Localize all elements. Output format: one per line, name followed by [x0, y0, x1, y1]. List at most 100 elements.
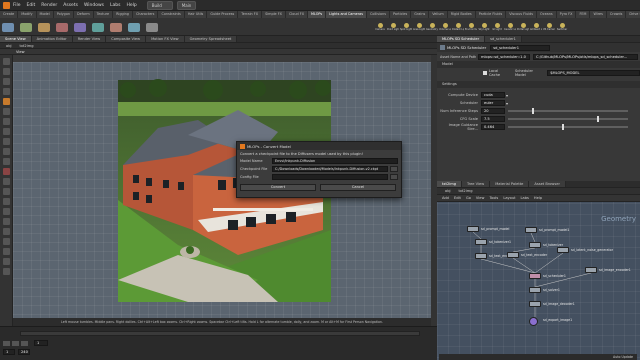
network-editor[interactable]: txt2img Tree View Material Palette Asset Br…	[437, 181, 640, 360]
shelf-tool-7-icon[interactable]	[128, 22, 140, 32]
network-node-sd_text_encoder1[interactable]	[475, 253, 487, 259]
play-back-icon[interactable]	[3, 340, 10, 346]
light-tab-7[interactable]: Viscous Fluids	[506, 11, 538, 18]
shelf-tab-4[interactable]: Deform	[74, 11, 94, 18]
start-frame-field[interactable]: 1	[3, 349, 15, 355]
shelf-tool-8-icon[interactable]	[146, 22, 158, 32]
shelf-tab-8[interactable]: Constraints	[158, 11, 185, 18]
menu-help[interactable]: Help	[127, 3, 137, 8]
menu-file[interactable]: File	[13, 3, 21, 8]
light-tool-6[interactable]: Distant Light	[452, 23, 464, 31]
light-tool-14[interactable]: Switcher	[556, 23, 568, 31]
light-tab-2[interactable]: Particles	[389, 11, 412, 18]
network-node-sd_text_encoder[interactable]	[507, 252, 519, 258]
tab-left-1[interactable]: Animation Editor	[31, 36, 73, 42]
shelf-tool-0-icon[interactable]	[2, 22, 14, 32]
convert-button[interactable]: Convert	[240, 183, 316, 191]
viewport-tool-16-icon[interactable]	[2, 218, 10, 225]
viewport-tool-5-icon[interactable]	[2, 108, 10, 115]
shelf-tool-5-icon[interactable]	[92, 22, 104, 32]
viewport-tool-13-icon[interactable]	[2, 188, 10, 195]
param-value-field[interactable]: euler	[481, 100, 505, 106]
light-tab-6[interactable]: Particle Fluids	[475, 11, 507, 18]
light-tool-8[interactable]: Sky Light	[478, 23, 490, 31]
tab-left-4[interactable]: Motion FX View	[146, 36, 185, 42]
network-node-sd_scheduler1[interactable]	[529, 273, 541, 279]
current-frame-field[interactable]: 1	[34, 340, 48, 346]
shelf-tool-2-icon[interactable]	[38, 22, 50, 32]
light-tab-13[interactable]: Drive Simulation	[626, 11, 640, 18]
shelf-tab-10[interactable]: Guide Process	[207, 11, 239, 18]
viewport-tool-1-icon[interactable]	[2, 68, 10, 75]
model-section[interactable]: Model	[437, 61, 640, 68]
asset-name-field[interactable]: mlops::sd_scheduler::1.0	[478, 53, 530, 60]
shelf-tool-1-icon[interactable]	[20, 22, 32, 32]
viewport-tool-11-icon[interactable]	[2, 168, 10, 175]
light-tool-13[interactable]: VR Camera	[543, 23, 555, 31]
viewport-tool-3-icon[interactable]	[2, 88, 10, 95]
tab-left-5[interactable]: Geometry Spreadsheet	[184, 36, 238, 42]
network-node-sd_latent_noise_generator[interactable]	[557, 247, 569, 253]
viewport-tool-14-icon[interactable]	[2, 198, 10, 205]
light-tab-9[interactable]: Pyro FX	[556, 11, 577, 18]
settings-section[interactable]: Settings	[437, 81, 640, 88]
dropdown-chevron-icon[interactable]: ▾	[506, 101, 508, 106]
light-tool-1[interactable]: Point Light	[387, 23, 399, 31]
viewport-tool-19-icon[interactable]	[2, 248, 10, 255]
checkpoint-browse-button[interactable]	[390, 166, 398, 172]
network-node-sd_tokenizer[interactable]	[529, 242, 541, 248]
viewport-tool-2-icon[interactable]	[2, 78, 10, 85]
network-node-sd_prompt_model[interactable]	[467, 226, 479, 232]
shelf-tool-6-icon[interactable]	[110, 22, 122, 32]
param-value-field[interactable]: cuda	[481, 92, 505, 98]
menu-assets[interactable]: Assets	[63, 3, 78, 8]
network-node-sd_solver1[interactable]	[529, 287, 541, 293]
light-tab-10[interactable]: FEM	[576, 11, 591, 18]
light-tab-4[interactable]: Vellum	[429, 11, 448, 18]
slider-knob[interactable]	[531, 108, 534, 114]
menu-edit[interactable]: Edit	[27, 3, 36, 8]
viewport-tool-17-icon[interactable]	[2, 228, 10, 235]
network-node-sd_image_encoder1[interactable]	[585, 267, 597, 273]
shelf-tab-13[interactable]: Cloud FX	[286, 11, 309, 18]
play-icon[interactable]	[12, 340, 19, 346]
param-value-field[interactable]: 20	[481, 108, 505, 114]
view-label[interactable]: View	[16, 50, 25, 54]
light-tool-11[interactable]: Portal Light	[517, 23, 529, 31]
scheduler-model-field[interactable]: $MLOPS_MODEL	[547, 69, 640, 76]
viewport-tool-4-icon[interactable]	[2, 98, 10, 105]
shelf-tab-11[interactable]: Terrain FX	[238, 11, 263, 18]
viewport-tool-10-icon[interactable]	[2, 158, 10, 165]
context-select[interactable]: Main	[176, 0, 197, 10]
model-name-field[interactable]: Envvi/Inkpunk-Diffusion	[272, 158, 398, 164]
network-node-sd_image_decoder1[interactable]	[529, 301, 541, 307]
param-slider[interactable]	[508, 108, 628, 114]
menu-labs[interactable]: Labs	[110, 3, 120, 8]
slider-knob[interactable]	[596, 116, 599, 122]
light-tool-0[interactable]: Camera	[374, 23, 386, 31]
cancel-button[interactable]: Cancel	[320, 183, 396, 191]
shelf-tool-3-icon[interactable]	[56, 22, 68, 32]
menu-render[interactable]: Render	[41, 3, 57, 8]
param-value-field[interactable]: 7.5	[481, 116, 505, 122]
tab-left-3[interactable]: Composite View	[106, 36, 147, 42]
light-tool-12[interactable]: Ambient Light	[530, 23, 542, 31]
slider-knob[interactable]	[562, 124, 565, 130]
shelf-tab-6[interactable]: Rigging	[113, 11, 133, 18]
shelf-tab-14[interactable]: MLOPs	[308, 11, 327, 18]
viewport-tool-7-icon[interactable]	[2, 128, 10, 135]
config-browse-button[interactable]	[390, 174, 398, 180]
shelf-tool-4-icon[interactable]	[74, 22, 86, 32]
shelf-tab-7[interactable]: Characters	[132, 11, 159, 18]
shelf-tab-3[interactable]: Polygon	[53, 11, 75, 18]
light-tool-4[interactable]: Geometry Light	[426, 23, 438, 31]
auto-update-toggle[interactable]: Auto Update	[613, 355, 633, 359]
light-tab-5[interactable]: Rigid Bodies	[447, 11, 476, 18]
light-tab-3[interactable]: Grains	[411, 11, 430, 18]
viewport-tool-15-icon[interactable]	[2, 208, 10, 215]
shelf-tab-12[interactable]: Simple FX	[262, 11, 286, 18]
shelf-tab-9[interactable]: Hair Utils	[184, 11, 208, 18]
light-tab-8[interactable]: Oceans	[537, 11, 557, 18]
viewport-tool-12-icon[interactable]	[2, 178, 10, 185]
light-tool-7[interactable]: Environment Light	[465, 23, 477, 31]
